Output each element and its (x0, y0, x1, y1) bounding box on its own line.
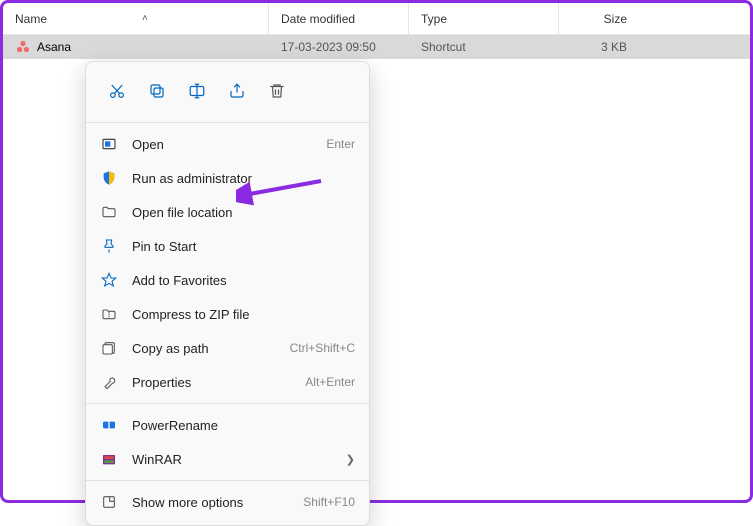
wrench-icon (100, 373, 118, 391)
context-menu: Open Enter Run as administrator Open fil… (85, 61, 370, 526)
header-size[interactable]: Size (559, 3, 639, 34)
menu-open[interactable]: Open Enter (86, 127, 369, 161)
file-row[interactable]: Asana 17-03-2023 09:50 Shortcut 3 KB (3, 35, 750, 59)
menu-powerrename-label: PowerRename (132, 418, 355, 433)
chevron-right-icon: ❯ (346, 453, 355, 466)
header-name[interactable]: Name ˄ (3, 3, 269, 34)
menu-show-more-label: Show more options (132, 495, 303, 510)
open-icon (100, 135, 118, 153)
file-type: Shortcut (421, 40, 466, 54)
menu-pin-start[interactable]: Pin to Start (86, 229, 369, 263)
menu-properties-shortcut: Alt+Enter (305, 375, 355, 389)
menu-compress-zip[interactable]: Compress to ZIP file (86, 297, 369, 331)
menu-show-more-shortcut: Shift+F10 (303, 495, 355, 509)
menu-separator (86, 403, 369, 404)
menu-winrar[interactable]: WinRAR ❯ (86, 442, 369, 476)
show-more-icon (100, 493, 118, 511)
menu-copy-path[interactable]: Copy as path Ctrl+Shift+C (86, 331, 369, 365)
header-date[interactable]: Date modified (269, 3, 409, 34)
file-name: Asana (37, 40, 71, 54)
cut-button[interactable] (100, 74, 134, 108)
menu-copy-path-label: Copy as path (132, 341, 290, 356)
rename-button[interactable] (180, 74, 214, 108)
menu-open-label: Open (132, 137, 326, 152)
asana-icon (15, 39, 31, 55)
folder-icon (100, 203, 118, 221)
powerrename-icon (100, 416, 118, 434)
share-button[interactable] (220, 74, 254, 108)
header-type[interactable]: Type (409, 3, 559, 34)
sort-indicator-icon: ˄ (142, 13, 148, 24)
menu-open-location-label: Open file location (132, 205, 355, 220)
menu-add-favorites[interactable]: Add to Favorites (86, 263, 369, 297)
menu-properties[interactable]: Properties Alt+Enter (86, 365, 369, 399)
menu-separator (86, 122, 369, 123)
header-name-label: Name (15, 12, 47, 26)
zip-icon (100, 305, 118, 323)
shield-icon (100, 169, 118, 187)
menu-open-location[interactable]: Open file location (86, 195, 369, 229)
delete-button[interactable] (260, 74, 294, 108)
menu-powerrename[interactable]: PowerRename (86, 408, 369, 442)
copy-path-icon (100, 339, 118, 357)
menu-run-admin-label: Run as administrator (132, 171, 355, 186)
menu-compress-zip-label: Compress to ZIP file (132, 307, 355, 322)
menu-copy-path-shortcut: Ctrl+Shift+C (290, 341, 355, 355)
menu-pin-start-label: Pin to Start (132, 239, 355, 254)
menu-open-shortcut: Enter (326, 137, 355, 151)
copy-button[interactable] (140, 74, 174, 108)
pin-icon (100, 237, 118, 255)
context-toolbar (86, 68, 369, 118)
column-headers: Name ˄ Date modified Type Size (3, 3, 750, 35)
menu-add-favorites-label: Add to Favorites (132, 273, 355, 288)
menu-run-admin[interactable]: Run as administrator (86, 161, 369, 195)
menu-show-more[interactable]: Show more options Shift+F10 (86, 485, 369, 519)
star-icon (100, 271, 118, 289)
file-date: 17-03-2023 09:50 (281, 40, 376, 54)
menu-winrar-label: WinRAR (132, 452, 338, 467)
menu-separator (86, 480, 369, 481)
file-size: 3 KB (601, 40, 627, 54)
menu-properties-label: Properties (132, 375, 305, 390)
winrar-icon (100, 450, 118, 468)
